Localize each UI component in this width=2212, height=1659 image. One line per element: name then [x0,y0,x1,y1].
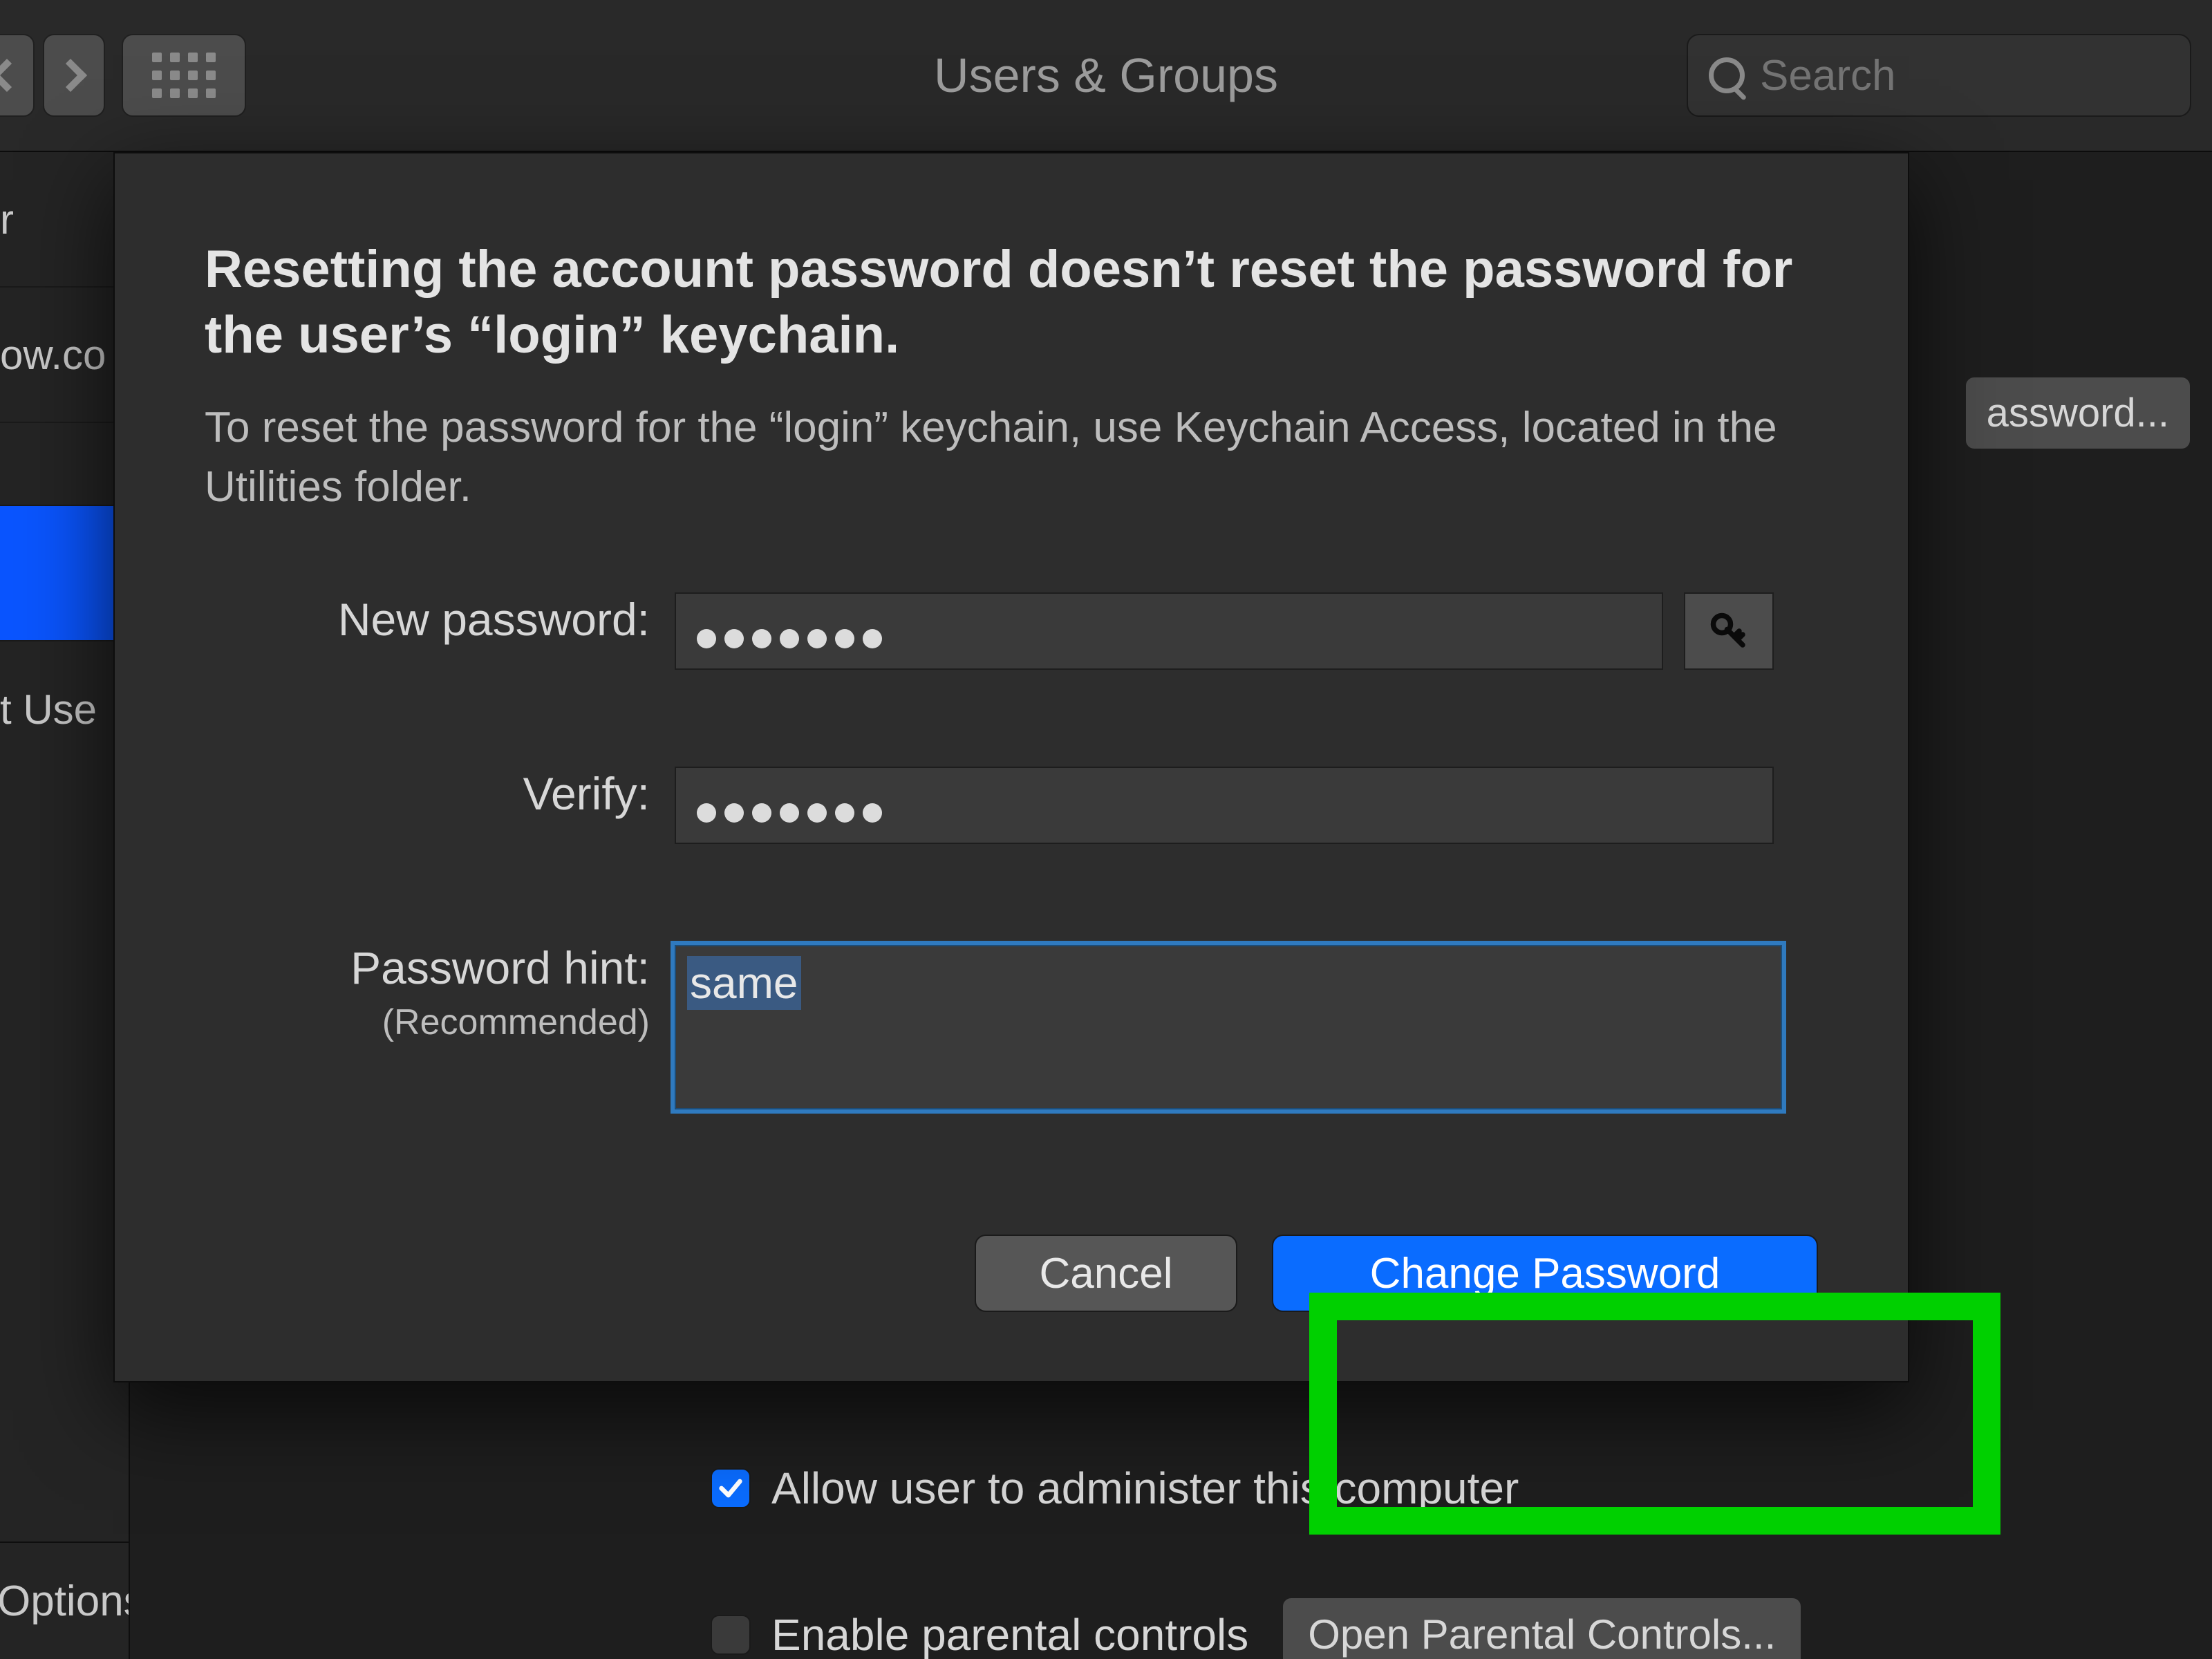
sheet-button-row: Cancel Change Password [975,1235,1818,1312]
chevron-left-icon [0,59,24,92]
password-mask-icon [697,787,890,832]
chevron-right-icon [54,59,87,92]
sheet-heading: Resetting the account password doesn’t r… [205,236,1818,368]
change-password-sheet: Resetting the account password doesn’t r… [113,152,1909,1382]
sidebar-item[interactable]: ow.co [0,288,129,423]
sidebar-item-selected[interactable] [0,506,129,641]
show-all-prefs-button[interactable] [122,34,246,117]
new-password-row: New password: [205,592,1818,670]
admin-checkbox[interactable] [711,1468,751,1508]
search-icon [1709,57,1745,93]
open-parental-controls-button[interactable]: Open Parental Controls... [1282,1597,1802,1659]
password-hint-row: Password hint: (Recommended) same [205,941,1818,1114]
sidebar-item[interactable]: t Use [0,641,129,777]
hint-recommended-text: (Recommended) [205,1001,650,1044]
password-hint-field[interactable]: same [671,941,1786,1114]
forward-button[interactable] [43,34,105,117]
user-sidebar: r ow.co t Use Options [0,152,130,1659]
cancel-button[interactable]: Cancel [975,1235,1237,1312]
verify-password-row: Verify: [205,767,1818,844]
window-toolbar: Users & Groups [0,0,2212,152]
admin-checkbox-row: Allow user to administer this computer [711,1463,1519,1514]
verify-password-field[interactable] [675,767,1774,844]
new-password-label: New password: [205,592,675,647]
new-password-field[interactable] [675,592,1663,670]
search-input[interactable] [1760,51,2212,100]
change-password-button[interactable]: Change Password [1272,1235,1818,1312]
window-title: Users & Groups [934,48,1278,103]
password-mask-icon [697,612,890,657]
hint-label-text: Password hint: [350,942,650,993]
password-assistant-button[interactable] [1684,592,1774,670]
checkmark-icon [717,1474,744,1502]
hint-selected-text: same [687,956,801,1010]
sidebar-item[interactable]: r [0,152,129,288]
parental-checkbox[interactable] [711,1615,751,1655]
parental-row: Enable parental controls Open Parental C… [711,1597,1802,1659]
sheet-subtext: To reset the password for the “login” ke… [205,398,1818,516]
verify-password-label: Verify: [205,767,675,821]
parental-label: Enable parental controls [771,1609,1248,1659]
sidebar-item[interactable] [0,423,129,506]
back-button[interactable] [0,34,35,117]
grid-icon [152,53,216,98]
reset-password-button[interactable]: assword... [1965,376,2191,450]
login-options[interactable]: Options [0,1541,129,1659]
admin-label: Allow user to administer this computer [771,1463,1519,1514]
password-hint-label: Password hint: (Recommended) [205,941,675,1044]
key-icon [1708,610,1750,652]
search-field[interactable] [1687,34,2191,117]
